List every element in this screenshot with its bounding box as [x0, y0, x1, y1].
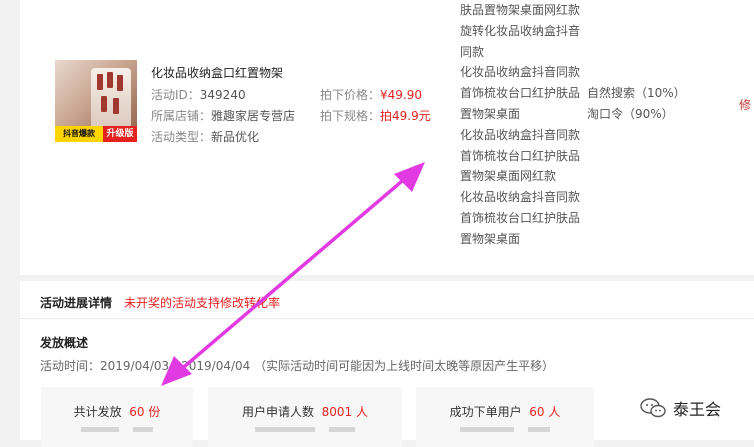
activity-id-label: 活动ID： [151, 88, 200, 102]
keyword-line: 置物架桌面网红款 [460, 169, 557, 184]
wechat-icon [640, 398, 666, 418]
keyword-line: 置物架桌面 [460, 106, 521, 121]
keyword-line: 首饰梳妆台口红护肤品 [460, 148, 581, 163]
shop-label: 所属店铺： [151, 109, 212, 123]
thumbnail-bottle [113, 98, 119, 114]
spec-label: 拍下规格： [320, 109, 381, 123]
stat-issued-cutoff [41, 423, 193, 437]
badge-hot: 抖音爆款 [55, 126, 103, 142]
shop-row: 所属店铺：雅趣家居专营店 [151, 107, 295, 124]
thumbnail-bottle [107, 72, 113, 88]
stat-box-applicants: 用户申请人数 8001 人 [208, 387, 402, 447]
keyword-line: 化妆品收纳盒抖音同款 [460, 127, 581, 142]
keyword-line: 同款 [460, 44, 485, 59]
stat-orders-value: 60 人 [529, 405, 561, 419]
spec-row: 拍下规格：拍49.9元 [320, 107, 431, 124]
watermark-text: 泰王会 [673, 400, 722, 419]
activity-type-row: 活动类型：新品优化 [151, 128, 259, 145]
progress-heading: 活动进展详情 [40, 296, 113, 310]
stat-issued-label: 共计发放 [73, 405, 122, 419]
stat-orders-cutoff [416, 423, 594, 437]
keyword-list: 肤品置物架桌面网红款 旋转化妆品收纳盒抖音 同款 化妆品收纳盒抖音同款 首饰梳妆… [460, 0, 585, 250]
stat-applicants-cutoff [208, 423, 402, 437]
stat-applicants: 用户申请人数 8001 人 [208, 403, 402, 420]
stat-box-issued: 共计发放 60 份 [41, 387, 193, 447]
activity-id-value: 349240 [199, 88, 246, 102]
thumbnail-bottle [117, 75, 123, 91]
stat-issued: 共计发放 60 份 [41, 403, 193, 420]
activity-type-value: 新品优化 [211, 130, 260, 144]
issue-heading: 发放概述 [40, 336, 89, 350]
stat-orders-label: 成功下单用户 [449, 405, 522, 419]
wechat-watermark: 泰王会 [639, 396, 721, 420]
product-title[interactable]: 化妆品收纳盒口红置物架 [151, 64, 283, 81]
thumbnail-badges: 抖音爆款 升级版 [55, 126, 137, 142]
price-value: ¥49.90 [380, 88, 423, 102]
keyword-line: 置物架桌面 [460, 231, 521, 246]
keyword-line: 肤品置物架桌面网红款 [460, 3, 581, 17]
keyword-line: 首饰梳妆台口红护肤品 [460, 210, 581, 225]
stat-issued-value: 60 份 [129, 405, 161, 419]
price-label: 拍下价格： [320, 88, 381, 102]
section-divider [20, 318, 754, 319]
keyword-line: 首饰梳妆台口红护肤品 [460, 86, 581, 101]
keyword-line: 旋转化妆品收纳盒抖音 [460, 23, 581, 38]
activity-type-label: 活动类型： [151, 130, 212, 144]
stat-applicants-label: 用户申请人数 [241, 405, 314, 419]
natural-search-share: 自然搜索（10%） [587, 86, 686, 100]
stat-applicants-value: 8001 人 [321, 405, 368, 419]
stat-box-orders: 成功下单用户 60 人 [416, 387, 594, 447]
activity-time: 活动时间：2019/04/03 - 2019/04/04 （实际活动时间可能因为… [40, 359, 555, 373]
activity-id-row: 活动ID：349240 [151, 86, 246, 103]
progress-note: 未开奖的活动支持修改转化率 [124, 296, 281, 310]
edit-link[interactable]: 修 [739, 96, 751, 113]
product-thumbnail[interactable]: 抖音爆款 升级版 [55, 60, 137, 142]
badge-upgrade: 升级版 [103, 126, 137, 142]
price-row: 拍下价格：¥49.90 [320, 86, 422, 103]
keyword-line: 化妆品收纳盒抖音同款 [460, 190, 581, 205]
taokouling-share: 淘口令（90%） [587, 107, 674, 121]
thumbnail-bottle [101, 96, 107, 112]
shop-value: 雅趣家居专营店 [211, 109, 296, 123]
stat-orders: 成功下单用户 60 人 [416, 403, 594, 420]
spec-value: 拍49.9元 [380, 109, 431, 123]
keyword-line: 化妆品收纳盒抖音同款 [460, 65, 581, 80]
thumbnail-bottle [97, 74, 103, 90]
